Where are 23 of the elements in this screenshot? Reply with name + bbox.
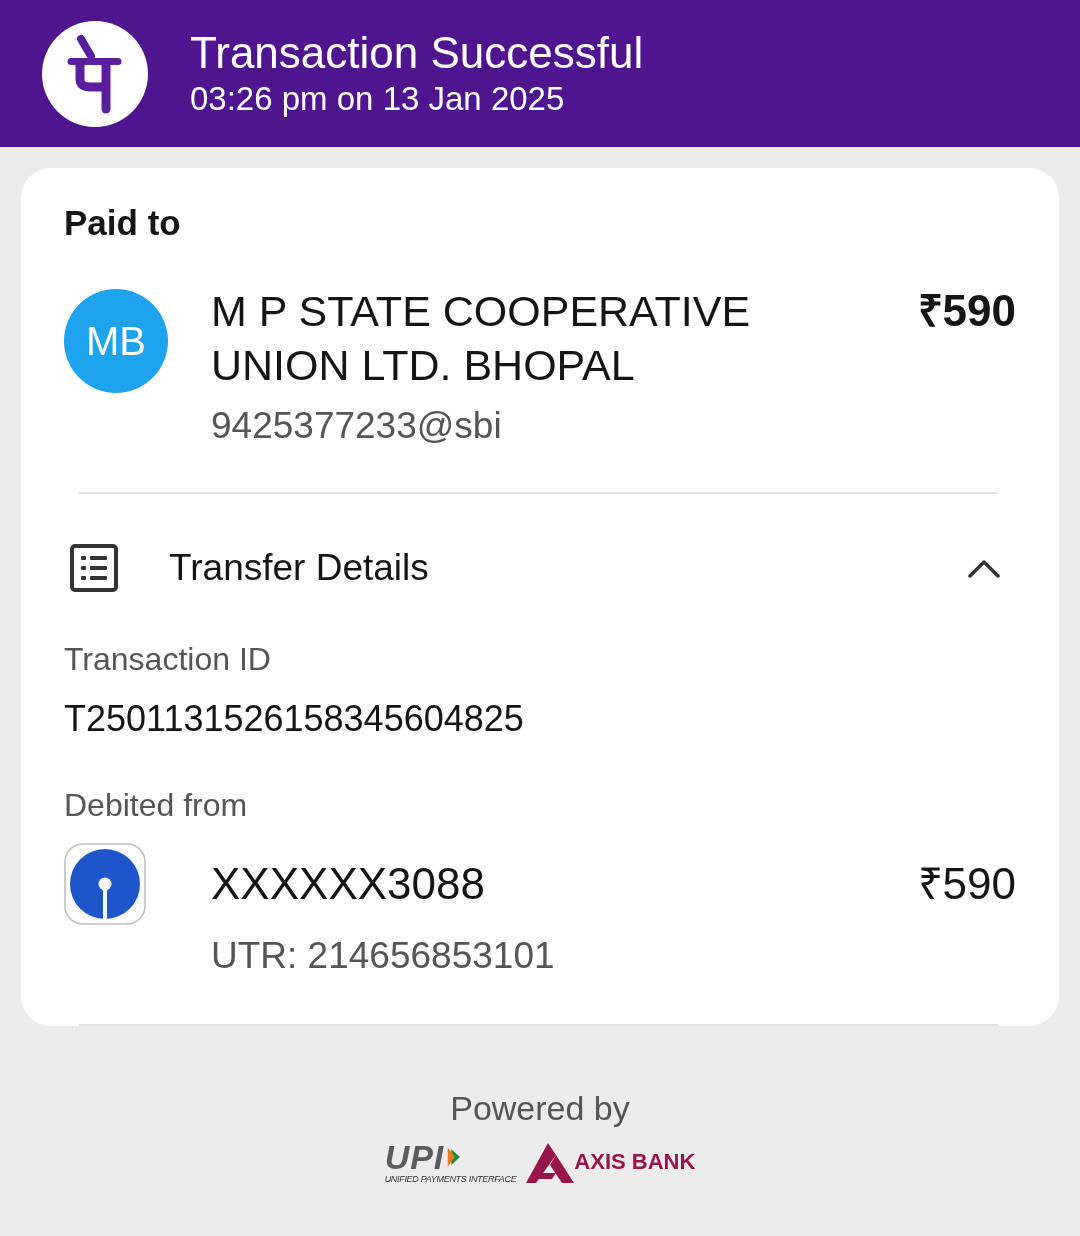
field-label: Transaction ID: [64, 640, 271, 679]
account-number: XXXXXX3088: [211, 858, 485, 910]
payee-name: M P STATE COOPERATIVE UNION LTD. BHOPAL: [211, 286, 752, 391]
field-label: Debited from: [64, 786, 248, 825]
upi-id: 9425377233@sbi: [211, 404, 502, 448]
chevron-icon[interactable]: [968, 558, 1000, 578]
bank-name: AXIS BANK: [574, 1148, 696, 1175]
avatar-initials: MB: [64, 289, 168, 393]
amount-text: ₹590: [917, 858, 1016, 910]
status-title: Transaction Successful: [190, 27, 644, 78]
powered-by-text: Powered by: [450, 1088, 630, 1129]
section-title: Transfer Details: [169, 547, 429, 589]
upi-tagline: UNIFIED PAYMENTS INTERFACE: [384, 1174, 517, 1185]
triangle-logo-icon: [526, 1142, 575, 1183]
amount-text: ₹590: [917, 285, 1016, 337]
utr-number: UTR: 214656853101: [211, 934, 555, 978]
upi-logo-text: UPI: [384, 1140, 445, 1174]
arrow-icon: [446, 1146, 461, 1168]
section-label: Paid to: [64, 202, 181, 244]
transaction-datetime: 03:26 pm on 13 Jan 2025: [190, 78, 565, 119]
list-icon: [70, 544, 118, 592]
logo-icon: [42, 20, 148, 127]
transaction-id: T2501131526158345604825: [64, 697, 524, 741]
